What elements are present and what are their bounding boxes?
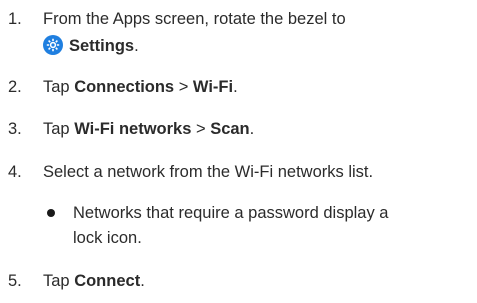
bullet-text-continued: lock icon.	[73, 229, 142, 247]
scan-label: Scan	[210, 120, 250, 138]
step-text: From the Apps screen, rotate the bezel t…	[43, 10, 346, 28]
step-text: Tap Connections > Wi-Fi.	[43, 78, 238, 96]
instruction-list: 1. From the Apps screen, rotate the beze…	[0, 0, 477, 303]
step-text: Tap Wi-Fi networks > Scan.	[43, 120, 255, 138]
wifi-label: Wi-Fi	[192, 78, 234, 96]
step-text: Tap Connect.	[43, 272, 145, 290]
bullet-dot	[47, 209, 55, 217]
step-number: 5.	[8, 272, 22, 290]
connections-label: Connections	[74, 78, 175, 96]
step-number: 3.	[8, 120, 22, 138]
wifi-networks-label: Wi-Fi networks	[74, 120, 192, 138]
settings-gear-icon	[43, 35, 63, 55]
bullet-text: Networks that require a password display…	[73, 204, 389, 222]
step-text: Select a network from the Wi-Fi networks…	[43, 163, 374, 181]
step-number: 1.	[8, 10, 22, 28]
step-number: 2.	[8, 78, 22, 96]
step-text-continued: Settings.	[43, 34, 139, 59]
settings-label: Settings	[69, 37, 135, 55]
connect-label: Connect	[74, 272, 141, 290]
step-number: 4.	[8, 163, 22, 181]
